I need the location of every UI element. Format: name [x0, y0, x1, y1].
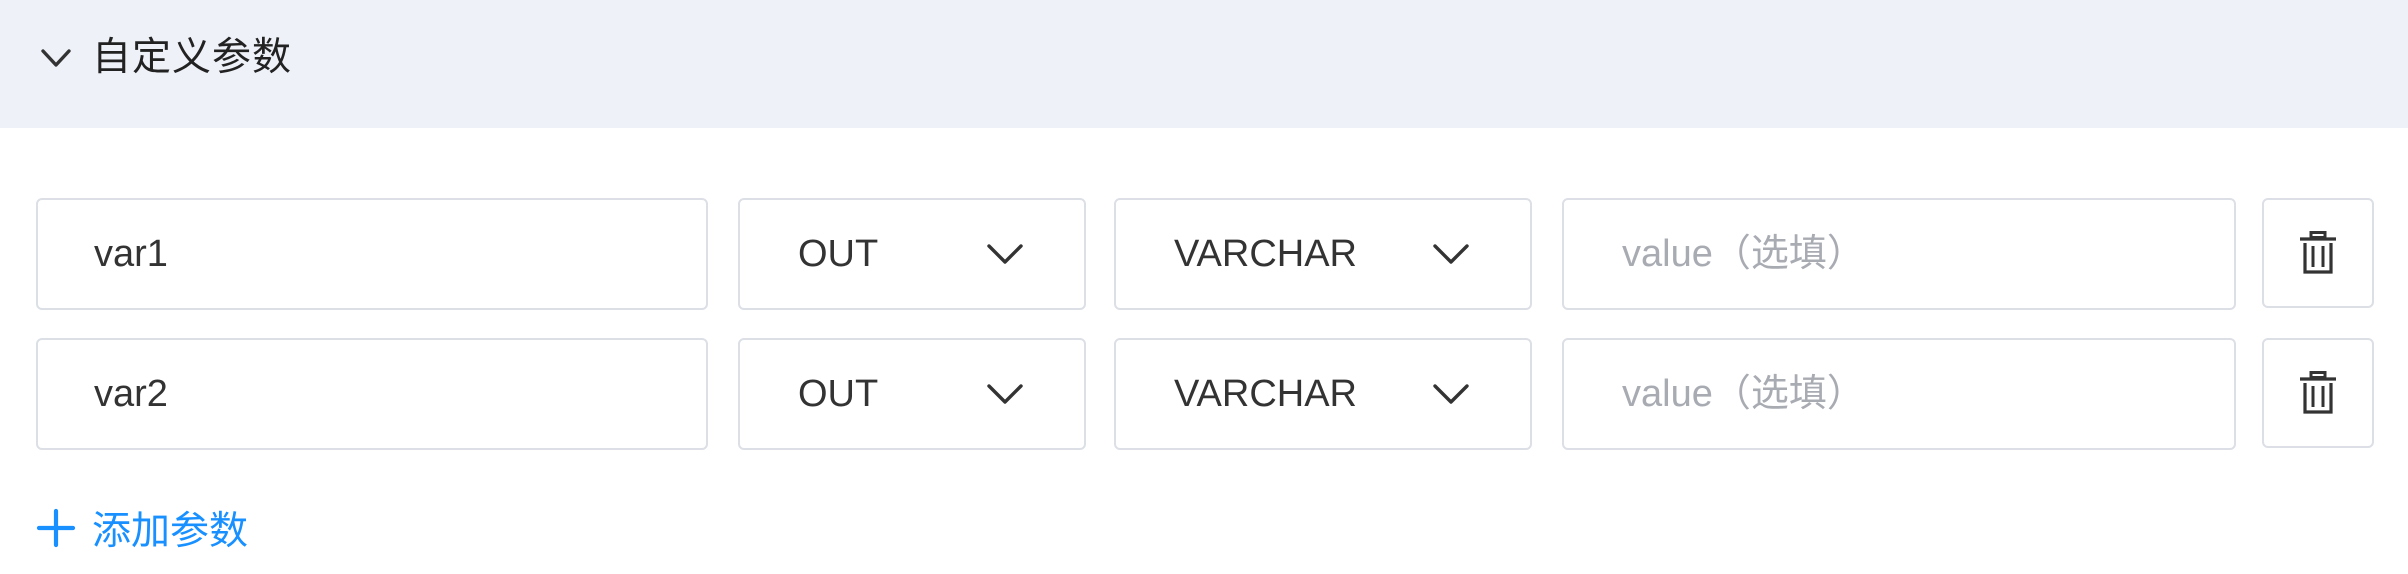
- param-type-value: VARCHAR: [1174, 232, 1357, 275]
- trash-icon: [2300, 371, 2336, 414]
- chevron-down-icon: [987, 244, 1023, 264]
- chevron-down-icon: [987, 384, 1023, 404]
- param-type-select-row-2[interactable]: VARCHAR: [1114, 338, 1532, 450]
- add-param-button[interactable]: 添加参数: [36, 498, 248, 558]
- param-name-input-row-2[interactable]: [36, 338, 708, 450]
- section-title: 自定义参数: [92, 36, 293, 79]
- param-value-input-row-2[interactable]: [1562, 338, 2236, 450]
- param-type-select-row-1[interactable]: VARCHAR: [1114, 198, 1532, 310]
- param-direction-value: OUT: [798, 232, 879, 275]
- trash-icon: [2300, 231, 2336, 274]
- plus-icon: [36, 508, 76, 548]
- param-name-field[interactable]: [38, 340, 706, 448]
- param-value-field[interactable]: [1564, 340, 2234, 448]
- param-type-value: VARCHAR: [1174, 372, 1357, 415]
- delete-param-button-row-2[interactable]: [2262, 338, 2374, 448]
- section-header[interactable]: 自定义参数: [0, 0, 2408, 128]
- chevron-down-icon: [1433, 384, 1469, 404]
- param-name-field[interactable]: [38, 200, 706, 308]
- param-direction-select-row-2[interactable]: OUT: [738, 338, 1086, 450]
- param-value-input-row-1[interactable]: [1562, 198, 2236, 310]
- param-name-input-row-1[interactable]: [36, 198, 708, 310]
- chevron-down-icon: [1433, 244, 1469, 264]
- add-param-label: 添加参数: [92, 510, 249, 553]
- param-value-field[interactable]: [1564, 200, 2234, 308]
- param-direction-select-row-1[interactable]: OUT: [738, 198, 1086, 310]
- delete-param-button-row-1[interactable]: [2262, 198, 2374, 308]
- param-direction-value: OUT: [798, 372, 879, 415]
- chevron-down-icon[interactable]: [38, 40, 74, 76]
